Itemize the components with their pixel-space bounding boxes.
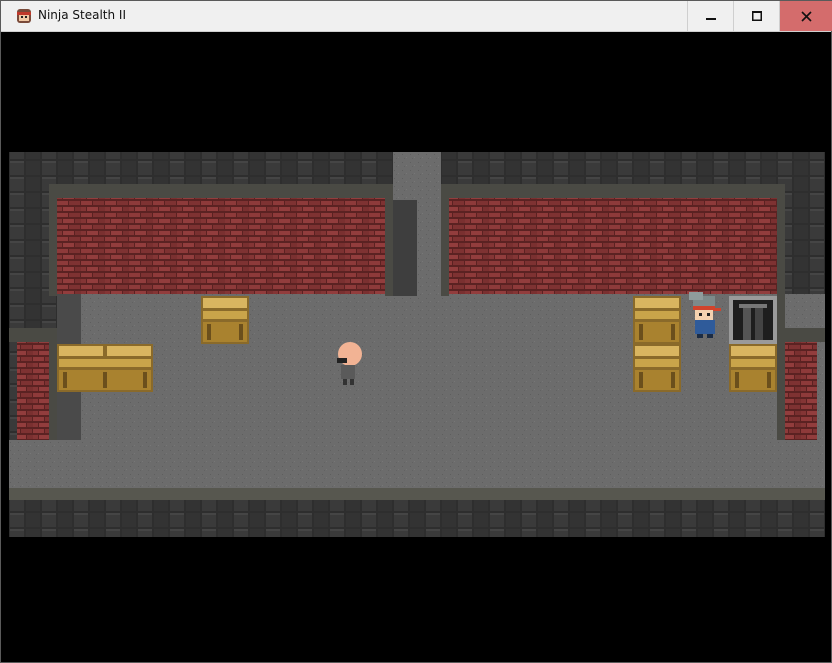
window-title: Ninja Stealth II [38, 8, 127, 22]
crate [201, 296, 249, 344]
minimize-icon [706, 18, 716, 20]
minimize-button[interactable] [687, 1, 734, 31]
brick-wall-west [17, 342, 49, 440]
brick-wall-left [57, 198, 385, 294]
brick-wall-east [785, 342, 817, 440]
ninja-head-icon [17, 9, 31, 23]
exit-door[interactable] [729, 296, 777, 344]
crate [633, 344, 681, 392]
close-icon [800, 10, 812, 22]
close-button[interactable] [779, 1, 832, 31]
maximize-icon [752, 11, 762, 21]
crate [633, 296, 681, 344]
crate [729, 344, 777, 392]
game-window: Ninja Stealth II [0, 0, 832, 663]
game-map [9, 32, 825, 656]
south-wall [9, 500, 825, 537]
brick-wall-right [449, 198, 777, 294]
maximize-button[interactable] [733, 1, 780, 31]
title-bar[interactable]: Ninja Stealth II [1, 1, 832, 32]
crate [57, 344, 153, 392]
game-viewport[interactable] [9, 32, 825, 656]
